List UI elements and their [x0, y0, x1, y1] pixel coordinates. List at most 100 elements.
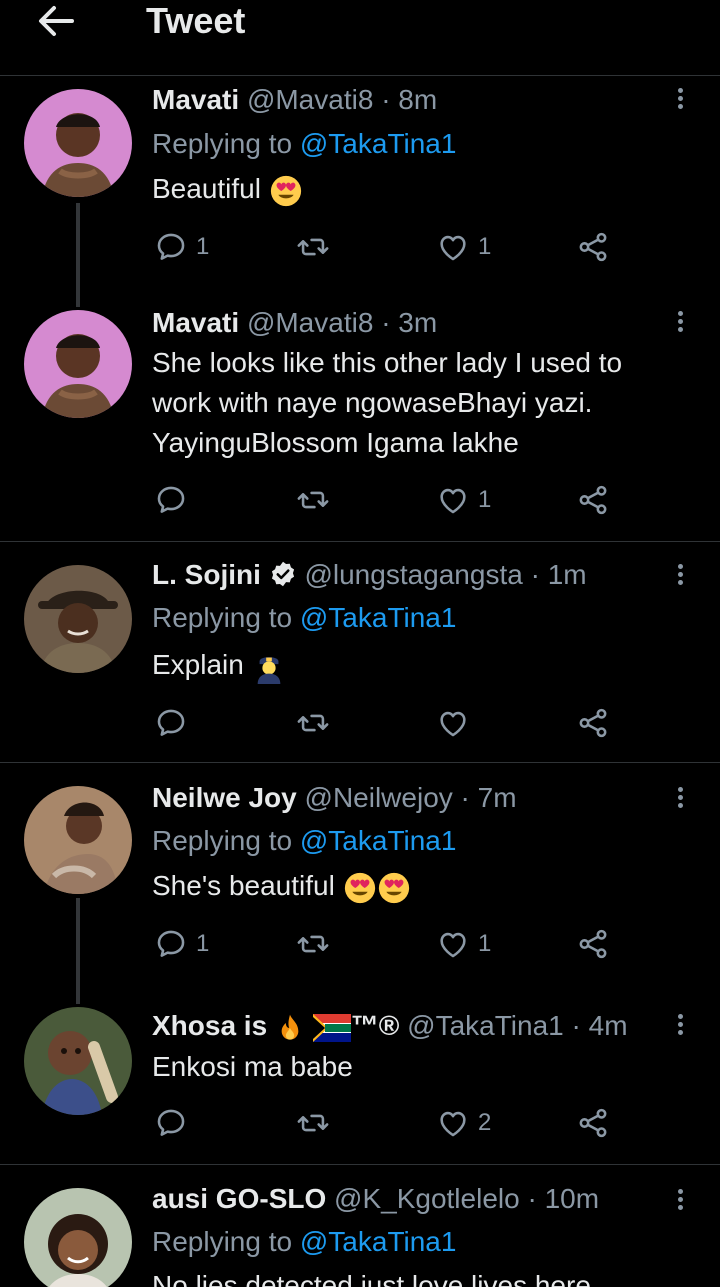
reply-count: 1 — [196, 930, 210, 957]
like-button[interactable] — [436, 703, 478, 743]
mention-link[interactable]: @TakaTina1 — [300, 825, 457, 856]
mention-link[interactable]: @TakaTina1 — [300, 602, 457, 633]
share-button[interactable] — [576, 703, 610, 743]
retweet-button[interactable] — [296, 703, 338, 743]
timestamp[interactable]: · 10m — [527, 1183, 599, 1214]
timestamp[interactable]: · 3m — [381, 307, 437, 338]
like-count: 1 — [478, 930, 492, 957]
retweet-button[interactable] — [296, 1103, 338, 1143]
like-count: 1 — [478, 486, 492, 513]
avatar[interactable] — [24, 565, 132, 673]
timestamp[interactable]: · 8m — [381, 84, 437, 115]
tweet-text-line: work with naye ngowaseBhayi yazi. — [152, 387, 593, 418]
retweet-icon — [296, 230, 330, 264]
avatar[interactable] — [24, 310, 132, 418]
tweet-text-content: Enkosi ma babe — [152, 1051, 353, 1082]
more-vertical-icon[interactable] — [670, 308, 690, 340]
user-handle[interactable]: @Neilwejoy — [305, 782, 453, 813]
reply-icon — [154, 483, 188, 517]
tweet[interactable]: L. Sojini @lungstagangsta · 1m Replying … — [0, 543, 720, 763]
avatar[interactable] — [24, 1188, 132, 1287]
avatar[interactable] — [24, 89, 132, 197]
tweet-actions: 2 — [152, 1103, 622, 1143]
user-handle[interactable]: @Mavati8 — [247, 84, 373, 115]
heart-eyes-emoji-icon — [269, 174, 303, 208]
heart-icon — [436, 483, 470, 517]
tweet[interactable]: Xhosa is ™® @TakaTina1 · 4m Enkosi ma ba… — [0, 995, 720, 1165]
mention-link[interactable]: @TakaTina1 — [300, 1226, 457, 1257]
more-vertical-icon[interactable] — [670, 1186, 690, 1218]
replying-to-label: Replying to — [152, 602, 293, 633]
user-handle[interactable]: @K_Kgotlelelo — [334, 1183, 520, 1214]
more-vertical-icon[interactable] — [670, 784, 690, 816]
retweet-icon — [296, 706, 330, 740]
tweet-text: She's beautiful — [152, 866, 692, 906]
replying-to: Replying to @TakaTina1 — [152, 824, 456, 858]
user-handle[interactable]: @lungstagangsta — [304, 559, 522, 590]
share-button[interactable] — [576, 1103, 610, 1143]
more-vertical-icon[interactable] — [670, 85, 690, 117]
display-name[interactable]: ausi GO-SLO — [152, 1183, 326, 1214]
like-button[interactable]: 1 — [436, 480, 491, 520]
more-vertical-icon[interactable] — [670, 561, 690, 593]
more-vertical-icon[interactable] — [670, 1011, 690, 1043]
tweet-actions — [152, 703, 622, 743]
tweet-actions: 1 1 — [152, 924, 622, 964]
tweet-text-content: She's beautiful — [152, 870, 335, 901]
display-name[interactable]: Neilwe Joy — [152, 782, 297, 813]
like-count: 2 — [478, 1109, 492, 1136]
like-button[interactable]: 1 — [436, 227, 491, 267]
tweet-text: Enkosi ma babe — [152, 1047, 692, 1087]
display-name[interactable]: L. Sojini — [152, 559, 261, 590]
reply-button[interactable]: 1 — [154, 227, 209, 267]
share-icon — [576, 230, 610, 264]
share-button[interactable] — [576, 227, 610, 267]
retweet-icon — [296, 1106, 330, 1140]
police-officer-emoji-icon — [257, 656, 280, 684]
reply-button[interactable] — [154, 480, 196, 520]
tweet-text: Beautiful — [152, 169, 692, 209]
avatar[interactable] — [24, 1007, 132, 1115]
page-title: Tweet — [146, 0, 246, 41]
thread-line — [76, 203, 80, 307]
reply-icon — [154, 230, 188, 264]
replying-to: Replying to @TakaTina1 — [152, 127, 456, 161]
timestamp[interactable]: · 4m — [572, 1010, 628, 1041]
reply-button[interactable] — [154, 1103, 196, 1143]
share-button[interactable] — [576, 480, 610, 520]
retweet-icon — [296, 927, 330, 961]
like-button[interactable]: 2 — [436, 1103, 491, 1143]
reply-button[interactable] — [154, 703, 196, 743]
like-count: 1 — [478, 233, 492, 260]
heart-eyes-emoji-icon — [343, 871, 377, 905]
retweet-button[interactable] — [296, 227, 338, 267]
display-name[interactable]: Xhosa is — [152, 1010, 267, 1041]
user-handle[interactable]: @Mavati8 — [247, 307, 373, 338]
arrow-left-icon[interactable] — [36, 4, 76, 38]
heart-icon — [436, 1106, 470, 1140]
heart-icon — [436, 230, 470, 264]
retweet-button[interactable] — [296, 924, 338, 964]
reply-button[interactable]: 1 — [154, 924, 209, 964]
retweet-button[interactable] — [296, 480, 338, 520]
tweet[interactable]: ausi GO-SLO @K_Kgotlelelo · 10m Replying… — [0, 1166, 720, 1287]
tweet[interactable]: Mavati @Mavati8 · 3m She looks like this… — [0, 298, 720, 542]
timestamp[interactable]: · 1m — [531, 559, 587, 590]
tweet[interactable]: Mavati @Mavati8 · 8m Replying to @TakaTi… — [0, 77, 720, 307]
display-name[interactable]: Mavati — [152, 307, 239, 338]
tweet-text-content: No lies detected just love lives here — [152, 1270, 591, 1287]
retweet-icon — [296, 483, 330, 517]
heart-icon — [436, 927, 470, 961]
tweet[interactable]: Neilwe Joy @Neilwejoy · 7m Replying to @… — [0, 764, 720, 1004]
like-button[interactable]: 1 — [436, 924, 491, 964]
share-button[interactable] — [576, 924, 610, 964]
user-handle[interactable]: @TakaTina1 — [407, 1010, 564, 1041]
timestamp[interactable]: · 7m — [461, 782, 517, 813]
tweet-text-content: Beautiful — [152, 173, 261, 204]
mention-link[interactable]: @TakaTina1 — [300, 128, 457, 159]
tweet-header: Mavati @Mavati8 · 3m — [152, 306, 437, 340]
avatar[interactable] — [24, 786, 132, 894]
display-name[interactable]: Mavati — [152, 84, 239, 115]
reply-icon — [154, 1106, 188, 1140]
replying-to-label: Replying to — [152, 1226, 293, 1257]
